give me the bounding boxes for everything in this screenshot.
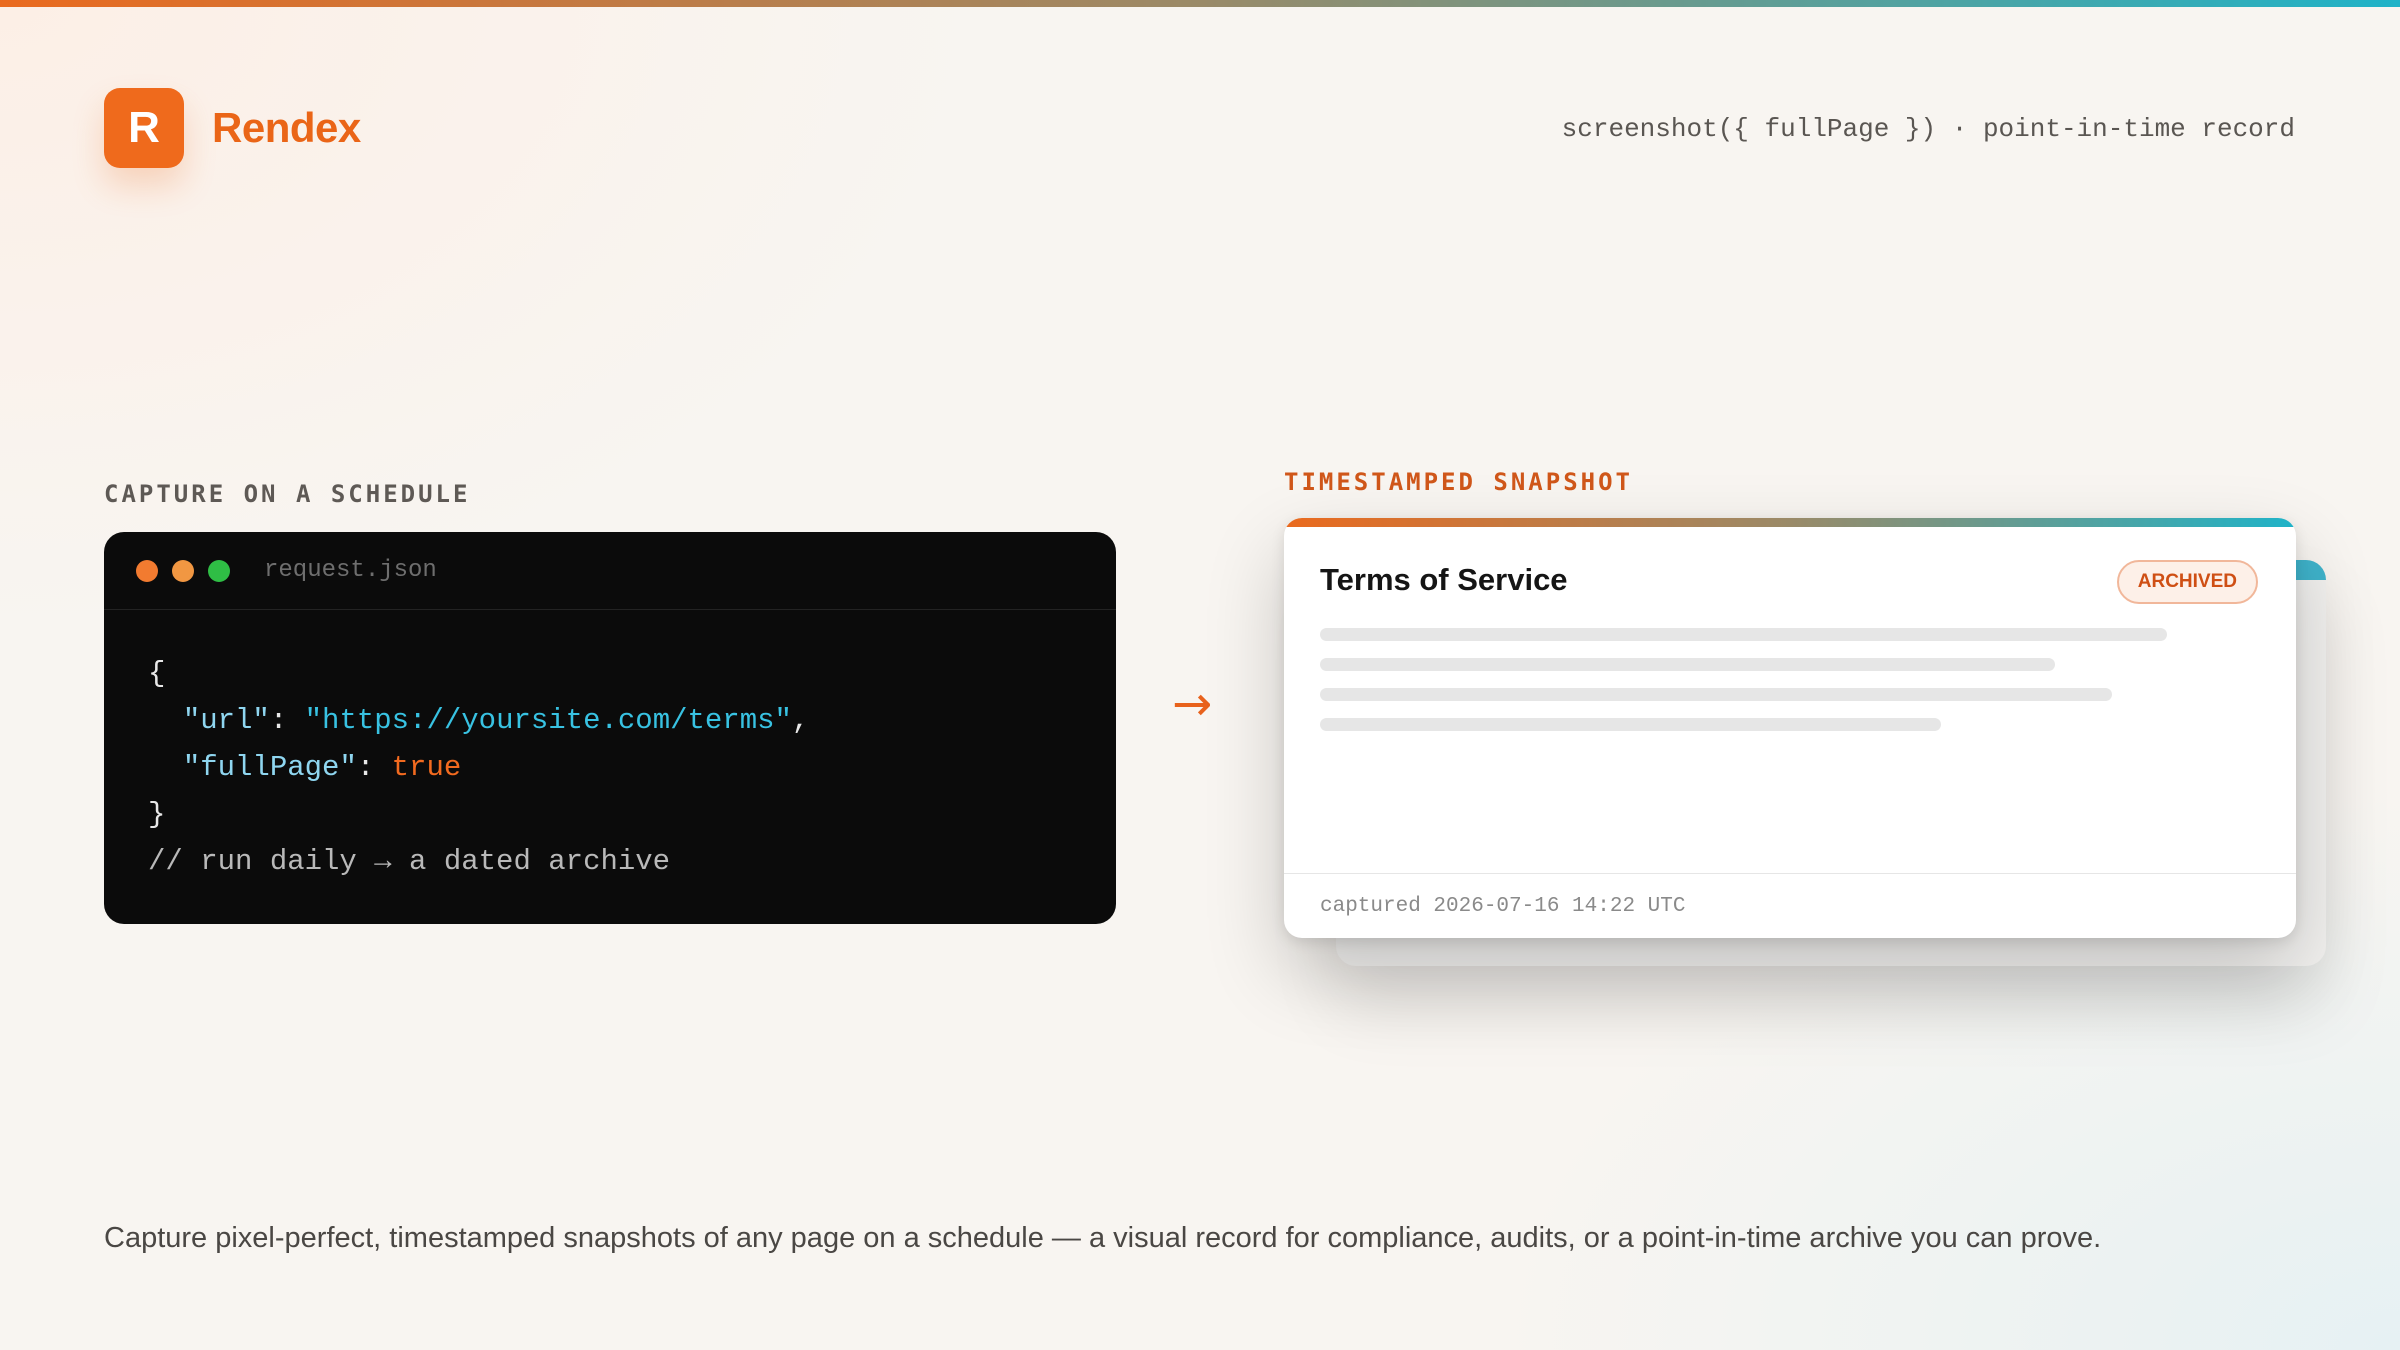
code-line: // run daily → a dated archive bbox=[148, 838, 1072, 885]
skeleton-line bbox=[1320, 658, 2055, 671]
code-brace: { bbox=[148, 657, 166, 690]
header-tagline: screenshot({ fullPage }) · point-in-time… bbox=[1561, 114, 2295, 144]
logo-icon: R bbox=[104, 88, 184, 168]
logo-letter: R bbox=[128, 103, 160, 152]
code-body: { "url": "https://yoursite.com/terms", "… bbox=[104, 610, 1116, 885]
window-dot-icon bbox=[208, 559, 230, 582]
snapshot-section-label: TIMESTAMPED SNAPSHOT bbox=[1284, 468, 1633, 496]
skeleton-line bbox=[1320, 718, 1941, 731]
code-key-url: "url" bbox=[182, 704, 270, 737]
archived-badge: ARCHIVED bbox=[2116, 560, 2258, 604]
code-comment: // run daily → a dated archive bbox=[148, 845, 671, 878]
capture-section-label: CAPTURE ON A SCHEDULE bbox=[104, 480, 471, 508]
window-dot-icon bbox=[172, 559, 194, 582]
snapshot-title: Terms of Service bbox=[1320, 562, 1568, 597]
snapshot-gradient-stripe bbox=[1284, 518, 2296, 527]
skeleton-line bbox=[1320, 628, 2167, 641]
code-window: request.json { "url": "https://yoursite.… bbox=[104, 532, 1116, 924]
captured-timestamp: captured 2026-07-16 14:22 UTC bbox=[1284, 873, 2296, 938]
brand: R Rendex bbox=[104, 88, 361, 168]
code-line: { bbox=[148, 650, 1072, 697]
caption-text: Capture pixel-perfect, timestamped snaps… bbox=[104, 1222, 2102, 1254]
code-brace: } bbox=[148, 798, 166, 831]
code-value-fullpage: true bbox=[391, 751, 462, 784]
code-key-fullpage: "fullPage" bbox=[182, 751, 357, 784]
arrow-right-icon: → bbox=[1172, 676, 1213, 732]
brand-name: Rendex bbox=[212, 104, 361, 151]
code-window-titlebar: request.json bbox=[104, 532, 1116, 610]
code-value-url: "https://yoursite.com/terms" bbox=[304, 704, 792, 737]
top-gradient-stripe bbox=[0, 0, 2400, 7]
code-filename: request.json bbox=[264, 557, 437, 584]
code-line: "fullPage": true bbox=[182, 751, 462, 784]
code-line: "url": "https://yoursite.com/terms", bbox=[182, 704, 810, 737]
code-line: } bbox=[148, 791, 1072, 838]
snapshot-card: Terms of Service ARCHIVED captured 2026-… bbox=[1284, 518, 2296, 938]
window-dot-icon bbox=[136, 559, 158, 582]
skeleton-line bbox=[1320, 688, 2112, 701]
